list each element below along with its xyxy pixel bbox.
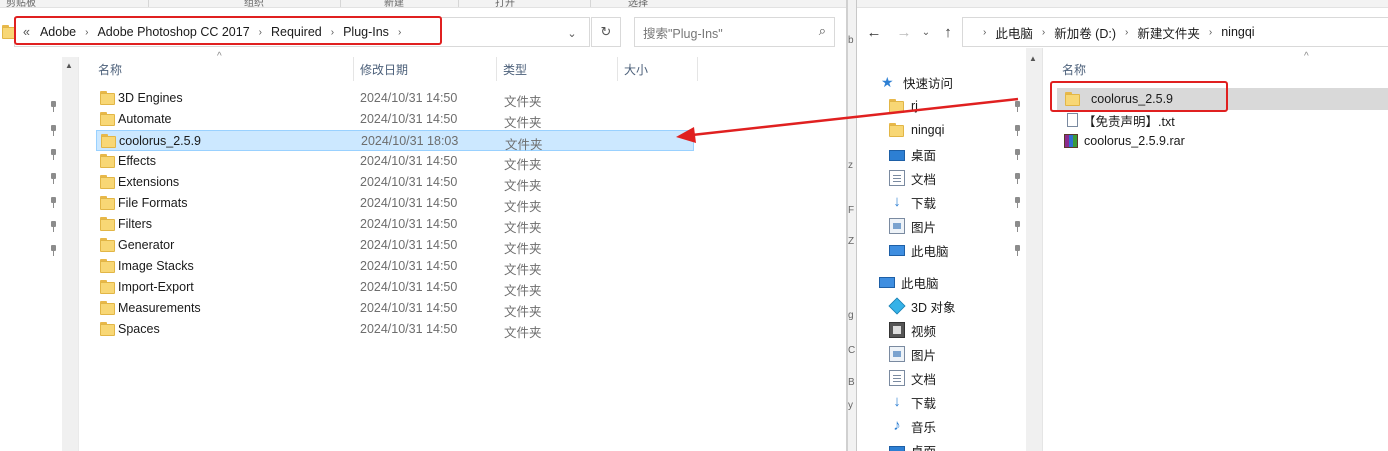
drag-annotation-arrow [676,97,1019,143]
arrow-shaft [691,97,1019,137]
arrow-head [676,127,696,143]
